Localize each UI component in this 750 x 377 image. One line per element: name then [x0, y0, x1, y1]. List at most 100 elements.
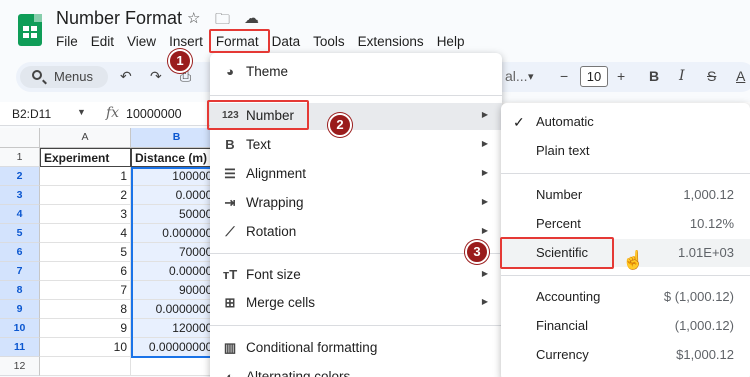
- bold-icon[interactable]: B: [649, 68, 659, 84]
- font-size-icon: тT: [222, 267, 238, 282]
- table-cell[interactable]: 3: [40, 205, 131, 224]
- menu-item-rotation[interactable]: ⟋ Rotation ▶: [210, 219, 502, 246]
- menu-data[interactable]: Data: [272, 34, 301, 52]
- select-all-corner[interactable]: [0, 128, 40, 148]
- italic-icon[interactable]: I: [679, 68, 685, 84]
- row-header[interactable]: 12: [0, 357, 40, 376]
- table-cell[interactable]: 7: [40, 281, 131, 300]
- cloud-status-icon[interactable]: ☁: [244, 9, 259, 27]
- submenu-arrow-icon: ▶: [481, 110, 488, 119]
- increase-font-size-icon[interactable]: +: [617, 68, 625, 84]
- menu-edit[interactable]: Edit: [91, 34, 114, 52]
- number-format-label: Plain text: [536, 143, 590, 158]
- number-format-financial[interactable]: Financial (1,000.12): [501, 312, 750, 340]
- table-cell[interactable]: 5: [40, 243, 131, 262]
- number-format-currency[interactable]: Currency $1,000.12: [501, 341, 750, 369]
- name-box-dropdown-icon[interactable]: ▼: [77, 107, 86, 117]
- table-cell[interactable]: 10: [40, 338, 131, 357]
- decrease-font-size-icon[interactable]: −: [560, 68, 568, 84]
- menu-item-alternating-colors[interactable]: ◐ Alternating colors: [210, 364, 502, 377]
- font-name-fragment[interactable]: al...: [505, 68, 528, 84]
- menu-divider: [210, 325, 502, 326]
- number-format-label: Automatic: [536, 114, 594, 129]
- menu-item-wrapping[interactable]: ⇥ Wrapping ▶: [210, 190, 502, 217]
- name-box[interactable]: B2:D11: [12, 107, 51, 121]
- number-format-number[interactable]: Number 1,000.12: [501, 181, 750, 209]
- menu-item-label: Alignment: [246, 166, 307, 181]
- number-format-example: 10.12%: [689, 216, 734, 231]
- number-format-label: Currency: [536, 347, 589, 362]
- star-icon[interactable]: ☆: [187, 9, 200, 27]
- merge-cells-icon: ⊞: [224, 295, 236, 310]
- menu-item-text[interactable]: B Text ▶: [210, 132, 502, 159]
- number-format-label: Accounting: [536, 289, 601, 304]
- sheets-logo-fold: [34, 14, 42, 22]
- menu-item-label: Rotation: [246, 224, 297, 239]
- number-format-label: Scientific: [536, 245, 589, 260]
- row-header[interactable]: 7: [0, 262, 40, 281]
- strikethrough-icon[interactable]: S: [707, 68, 716, 84]
- row-header[interactable]: 6: [0, 243, 40, 262]
- row-header[interactable]: 2: [0, 167, 40, 186]
- number-format-automatic[interactable]: ✓ Automatic: [501, 108, 750, 136]
- menu-extensions[interactable]: Extensions: [358, 34, 424, 52]
- menu-divider: [210, 95, 502, 96]
- menu-item-label: Alternating colors: [246, 369, 351, 377]
- fx-icon: fx: [106, 105, 120, 121]
- number-format-plain-text[interactable]: Plain text: [501, 137, 750, 165]
- number-format-accounting[interactable]: Accounting $ (1,000.12): [501, 283, 750, 311]
- menu-item-merge-cells[interactable]: ⊞ Merge cells ▶: [210, 290, 502, 317]
- font-dropdown-icon[interactable]: ▾: [528, 70, 534, 83]
- menu-help[interactable]: Help: [437, 34, 465, 52]
- wrap-icon: ⇥: [224, 195, 236, 210]
- number-format-example: 1,000.12: [683, 187, 734, 202]
- header-cell-experiment[interactable]: Experiment: [40, 148, 131, 167]
- redo-icon[interactable]: ↷: [150, 68, 162, 85]
- paint-roller-icon: ▥: [223, 340, 237, 355]
- undo-icon[interactable]: ↶: [120, 68, 132, 85]
- search-icon: [32, 70, 42, 80]
- table-cell[interactable]: 1: [40, 167, 131, 186]
- menu-tools[interactable]: Tools: [313, 34, 345, 52]
- menu-item-alignment[interactable]: ☰ Alignment ▶: [210, 161, 502, 188]
- row-header[interactable]: 1: [0, 148, 40, 167]
- number-format-label: Financial: [536, 318, 589, 333]
- number-format-example: 1.01E+03: [677, 245, 734, 260]
- document-title[interactable]: Number Format: [56, 8, 182, 29]
- table-cell[interactable]: 6: [40, 262, 131, 281]
- menu-item-conditional-formatting[interactable]: ▥ Conditional formatting: [210, 335, 502, 362]
- row-header[interactable]: 5: [0, 224, 40, 243]
- font-size-input[interactable]: 10: [580, 66, 608, 87]
- search-menus-button[interactable]: Menus: [20, 66, 108, 88]
- menu-item-label: Merge cells: [246, 295, 316, 310]
- format-menu: ◕ Theme 123 Number ▶ B Text ▶ ☰ Alignmen…: [210, 53, 502, 377]
- annotation-badge-2: 2: [328, 113, 352, 137]
- menu-format[interactable]: Format: [216, 34, 259, 52]
- text-color-icon[interactable]: A: [736, 68, 745, 84]
- row-header[interactable]: 3: [0, 186, 40, 205]
- table-cell[interactable]: 4: [40, 224, 131, 243]
- formula-input[interactable]: 10000000: [126, 107, 182, 121]
- move-folder-icon[interactable]: 🗀: [215, 9, 230, 34]
- menu-file[interactable]: File: [56, 34, 78, 52]
- row-header[interactable]: 8: [0, 281, 40, 300]
- number-format-label: Number: [536, 187, 583, 202]
- column-header-a[interactable]: A: [40, 128, 131, 148]
- table-cell[interactable]: 2: [40, 186, 131, 205]
- menu-item-number[interactable]: 123 Number ▶: [210, 103, 502, 130]
- menu-view[interactable]: View: [127, 34, 156, 52]
- number-format-percent[interactable]: Percent 10.12%: [501, 210, 750, 238]
- row-header[interactable]: 11: [0, 338, 40, 357]
- row-header[interactable]: 9: [0, 300, 40, 319]
- menu-item-theme[interactable]: ◕ Theme: [210, 59, 502, 86]
- row-header[interactable]: 10: [0, 319, 40, 338]
- align-left-icon: ☰: [224, 166, 236, 181]
- menu-item-font-size[interactable]: тT Font size ▶: [210, 262, 502, 289]
- row-header[interactable]: 4: [0, 205, 40, 224]
- checkmark-icon: ✓: [513, 114, 525, 130]
- submenu-arrow-icon: ▶: [481, 269, 488, 278]
- table-cell[interactable]: 8: [40, 300, 131, 319]
- table-cell[interactable]: 9: [40, 319, 131, 338]
- table-cell[interactable]: [40, 357, 131, 376]
- number-format-example: $ (1,000.12): [663, 289, 734, 304]
